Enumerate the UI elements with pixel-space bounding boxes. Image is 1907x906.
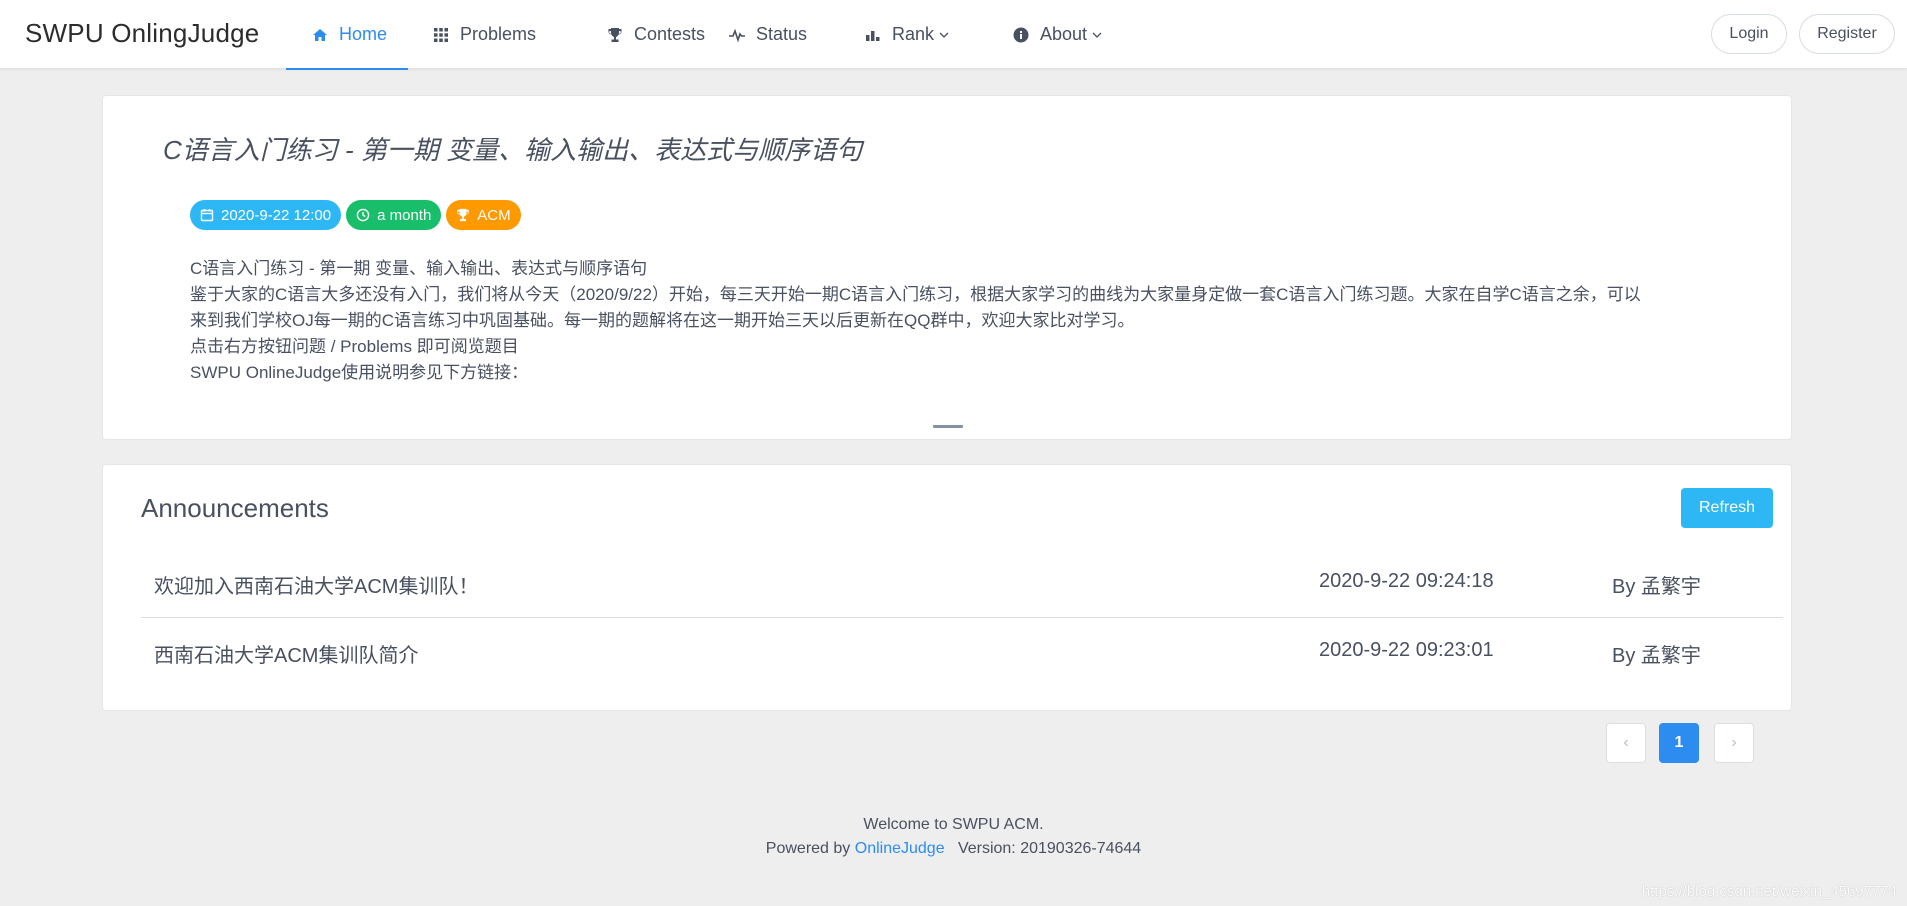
- refresh-button[interactable]: Refresh: [1681, 488, 1773, 528]
- nav-contests[interactable]: Contests: [560, 0, 720, 69]
- announcement-date: 2020-9-22 09:23:01: [1319, 639, 1494, 661]
- clock-icon: [356, 208, 370, 222]
- announcement-title[interactable]: 欢迎加入西南石油大学ACM集训队！: [154, 570, 478, 599]
- contest-title[interactable]: C语言入门练习 - 第一期 变量、输入输出、表达式与顺序语句: [163, 130, 862, 167]
- nav-about[interactable]: About: [993, 0, 1113, 69]
- duration-tag: a month: [346, 200, 442, 230]
- footer-welcome: Welcome to SWPU ACM.: [863, 816, 1044, 833]
- nav-status[interactable]: Status: [720, 0, 853, 69]
- chevron-down-icon: [938, 29, 950, 41]
- top-navbar: SWPU OnlingJudge Home Problems Contests: [0, 0, 1907, 70]
- nav-status-label: Status: [756, 24, 808, 44]
- contest-description: C语言入门练习 - 第一期 变量、输入输出、表达式与顺序语句 鉴于大家的C语言大…: [190, 256, 1790, 386]
- login-button[interactable]: Login: [1711, 14, 1787, 54]
- contest-card: C语言入门练习 - 第一期 变量、输入输出、表达式与顺序语句 2020-9-22…: [102, 95, 1792, 440]
- description-line: 点击右方按钮问题 / Problems 即可阅览题目: [190, 337, 519, 356]
- duration-text: a month: [377, 206, 432, 224]
- footer-powered: Powered by OnlineJudge Version: 20190326…: [0, 840, 1907, 858]
- rule-text: ACM: [477, 206, 511, 224]
- nav-about-label: About: [1040, 24, 1088, 44]
- version-text: Version: 20190326-74644: [957, 840, 1142, 857]
- trophy-icon: [606, 26, 624, 44]
- start-time-tag: 2020-9-22 12:00: [190, 200, 342, 230]
- carousel-indicator[interactable]: [933, 425, 963, 428]
- calendar-icon: [200, 208, 214, 222]
- nav-rank[interactable]: Rank: [853, 0, 993, 69]
- nav-home-label: Home: [339, 24, 388, 44]
- pulse-icon: [728, 26, 746, 44]
- nav-home[interactable]: Home: [286, 0, 408, 70]
- main-nav: Home Problems Contests Status Rank About: [286, 0, 1113, 70]
- nav-rank-label: Rank: [892, 24, 935, 44]
- grid-icon: [432, 26, 450, 44]
- site-logo[interactable]: SWPU OnlingJudge: [25, 18, 259, 49]
- announcement-author: By 孟繁宇: [1612, 645, 1701, 667]
- description-line: 来到我们学校OJ每一期的C语言练习中巩固基础。每一期的题解将在这一期开始三天以后…: [190, 311, 1135, 330]
- rule-tag: ACM: [446, 200, 521, 230]
- announcements-title: Announcements: [141, 493, 329, 523]
- nav-problems[interactable]: Problems: [408, 0, 560, 69]
- onlinejudge-link[interactable]: OnlineJudge: [855, 840, 945, 857]
- next-page-button[interactable]: ›: [1714, 723, 1754, 763]
- powered-by-text: Powered by: [765, 840, 851, 857]
- announcement-author: By 孟繁宇: [1612, 576, 1701, 598]
- nav-problems-label: Problems: [460, 24, 537, 44]
- announcement-title[interactable]: 西南石油大学ACM集训队简介: [154, 639, 418, 668]
- register-button[interactable]: Register: [1799, 14, 1895, 54]
- trophy-icon: [456, 208, 470, 222]
- description-line: SWPU OnlineJudge使用说明参见下方链接：: [190, 363, 529, 382]
- description-line: 鉴于大家的C语言大多还没有入门，我们将从今天（2020/9/22）开始，每三天开…: [190, 285, 1641, 304]
- description-line: C语言入门练习 - 第一期 变量、输入输出、表达式与顺序语句: [190, 259, 648, 278]
- announcement-date: 2020-9-22 09:24:18: [1319, 570, 1494, 592]
- announcements-card: Announcements Refresh 欢迎加入西南石油大学ACM集训队！ …: [102, 464, 1792, 711]
- bar-chart-icon: [864, 26, 882, 44]
- chevron-down-icon: [1091, 29, 1103, 41]
- contest-tags: 2020-9-22 12:00 a month ACM: [190, 200, 521, 230]
- start-time-text: 2020-9-22 12:00: [221, 206, 332, 224]
- announcement-row: 欢迎加入西南石油大学ACM集训队！ 2020-9-22 09:24:18 By …: [141, 550, 1783, 618]
- page-1-button[interactable]: 1: [1659, 723, 1699, 763]
- nav-contests-label: Contests: [634, 24, 706, 44]
- prev-page-button[interactable]: ‹: [1606, 723, 1646, 763]
- announcement-row: 西南石油大学ACM集训队简介 2020-9-22 09:23:01 By 孟繁宇: [141, 619, 1783, 687]
- home-icon: [311, 26, 329, 44]
- info-icon: [1012, 26, 1030, 44]
- watermark-text: https://blog.csdn.net/weixin_45697774: [1641, 883, 1897, 900]
